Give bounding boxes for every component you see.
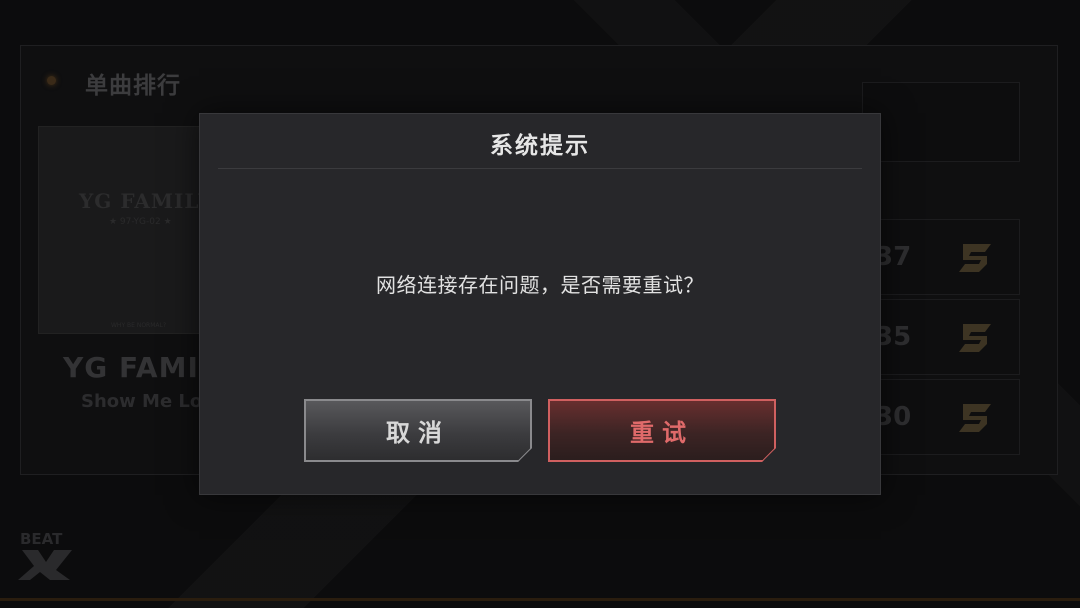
retry-button-label: 重试 [630,419,694,447]
album-cover-footer: WHY BE NORMAL? [111,322,167,329]
retry-button[interactable]: 重试 [548,399,776,462]
score-row[interactable]: 30 [862,379,1020,455]
button-corner-icon [512,442,532,462]
dialog-divider [218,168,862,169]
panel-title: 单曲排行 [85,73,181,99]
dialog-message: 网络连接存在问题，是否需要重试？ [376,273,704,297]
score-row[interactable]: 35 [862,299,1020,375]
system-dialog: 系统提示 网络连接存在问题，是否需要重试？ 取消 重试 [199,113,881,495]
s-rank-icon [959,404,991,432]
panel-bullet-icon [47,76,56,85]
s-rank-icon [959,244,991,272]
dialog-title: 系统提示 [490,133,590,159]
beat-yg-logo: BEAT [18,530,72,580]
cancel-button-label: 取消 [386,419,450,447]
album-artist: YG FAMIL [63,351,218,384]
bottom-accent-line [0,598,1080,601]
s-rank-icon [959,324,991,352]
album-cover-logo: YG FAMILY [79,189,214,213]
svg-text:BEAT: BEAT [20,530,63,548]
cancel-button[interactable]: 取消 [304,399,532,462]
album-cover-subtitle: ★ 97-YG-02 ★ [109,217,172,227]
button-corner-icon [756,442,776,462]
score-row[interactable]: 37 [862,219,1020,295]
ranking-header-box [862,82,1020,162]
